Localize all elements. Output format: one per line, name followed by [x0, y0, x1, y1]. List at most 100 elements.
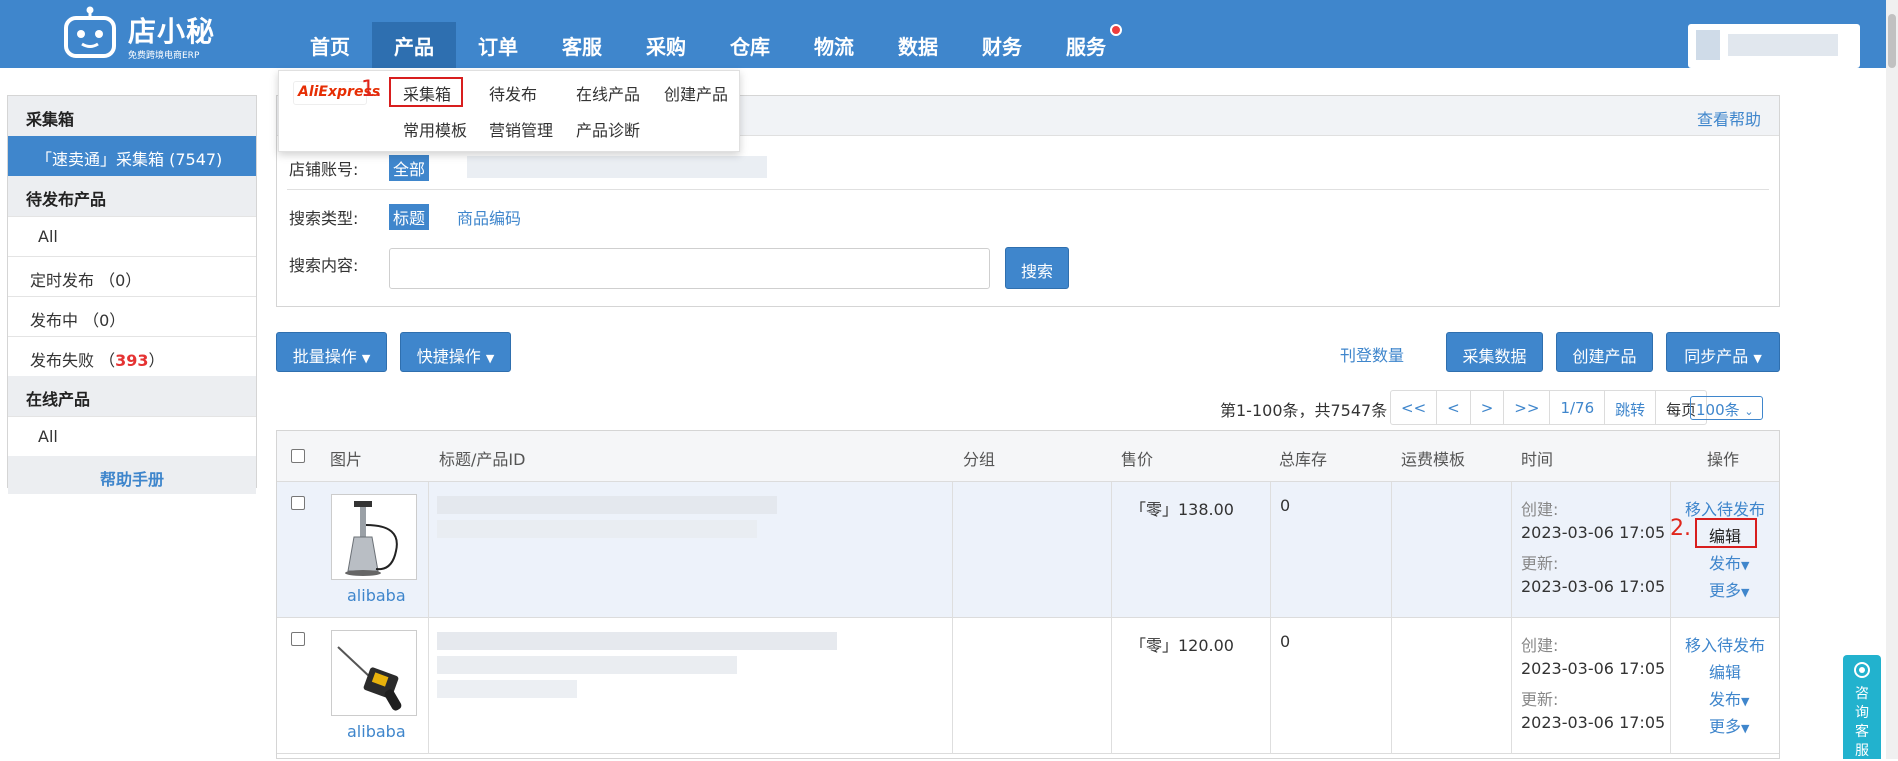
sync-products-button[interactable]: 同步产品 ▼ — [1666, 332, 1780, 372]
nav-finance[interactable]: 财务 — [960, 22, 1044, 68]
menu-item-marketing[interactable]: 营销管理 — [489, 117, 553, 141]
nav-purchasing[interactable]: 采购 — [624, 22, 708, 68]
batch-operations-button[interactable]: 批量操作 ▼ — [276, 332, 387, 372]
more-dropdown[interactable]: 更多▼ — [1709, 713, 1749, 737]
create-product-button[interactable]: 创建产品 — [1556, 332, 1653, 372]
sidebar-item-failed[interactable]: 发布失败 （393） — [8, 336, 256, 376]
nav-data[interactable]: 数据 — [876, 22, 960, 68]
products-dropdown-menu: AliExpress 1. 采集箱 待发布 在线产品 创建产品 常用模板 营销管… — [278, 70, 740, 152]
product-thumbnail[interactable] — [331, 630, 417, 716]
per-page-select[interactable]: 100条 ⌄ — [1690, 396, 1763, 420]
updated-label: 更新: — [1521, 554, 1559, 573]
edit-link[interactable]: 编辑 — [1709, 659, 1741, 683]
nav-services-label: 服务 — [1066, 35, 1106, 59]
nav-services[interactable]: 服务 — [1044, 22, 1128, 68]
menu-item-templates[interactable]: 常用模板 — [403, 117, 467, 141]
more-dropdown[interactable]: 更多▼ — [1709, 577, 1749, 601]
search-button[interactable]: 搜索 — [1005, 247, 1069, 289]
headset-icon — [1854, 662, 1870, 678]
col-divider — [1111, 482, 1112, 618]
search-type-sku[interactable]: 商品编码 — [457, 205, 521, 229]
search-input[interactable] — [389, 248, 990, 289]
sidebar-item-publishing[interactable]: 发布中 （0） — [8, 296, 256, 336]
page-prev[interactable]: < — [1437, 391, 1471, 424]
pagination-summary: 第1-100条，共7547条 — [1220, 401, 1388, 420]
select-all-checkbox[interactable] — [291, 449, 305, 463]
customer-service-chat-widget[interactable]: 咨询客服 — [1843, 655, 1881, 759]
col-divider — [1270, 482, 1271, 618]
scrollbar-thumb[interactable] — [1888, 14, 1896, 68]
nav-warehouse[interactable]: 仓库 — [708, 22, 792, 68]
blurred-store-list — [467, 156, 767, 178]
sidebar-item-pending-all[interactable]: All — [8, 216, 256, 256]
table-row: alibaba 「零」120.00 0 创建: 2023-03-06 17:05… — [277, 618, 1779, 754]
store-filter-all[interactable]: 全部 — [389, 155, 430, 181]
user-account-box[interactable] — [1688, 24, 1860, 68]
col-group: 分组 — [963, 450, 996, 469]
row-checkbox[interactable] — [291, 496, 305, 510]
blurred-username — [1728, 34, 1838, 56]
col-divider — [1391, 482, 1392, 618]
sidebar-help-manual[interactable]: 帮助手册 — [8, 456, 256, 494]
edit-link[interactable]: 编辑 — [1709, 523, 1741, 547]
move-to-pending-link[interactable]: 移入待发布 — [1685, 496, 1765, 520]
page-indicator[interactable]: 1/76 — [1550, 391, 1606, 424]
product-thumbnail[interactable] — [331, 494, 417, 580]
blurred-title — [437, 520, 757, 538]
row-stock: 0 — [1280, 632, 1291, 651]
nav-products[interactable]: 产品 — [372, 22, 456, 68]
row-checkbox[interactable] — [291, 632, 305, 646]
view-help-link[interactable]: 查看帮助 — [1697, 106, 1761, 130]
menu-item-pending[interactable]: 待发布 — [489, 81, 537, 105]
publish-dropdown[interactable]: 发布▼ — [1709, 686, 1749, 710]
menu-item-online-products[interactable]: 在线产品 — [576, 81, 640, 105]
nav-logistics[interactable]: 物流 — [792, 22, 876, 68]
failed-count: 393 — [115, 351, 149, 370]
more-label: 更多 — [1709, 717, 1742, 736]
blurred-title — [437, 496, 777, 514]
nav-home[interactable]: 首页 — [288, 22, 372, 68]
source-link[interactable]: alibaba — [347, 722, 406, 741]
blurred-title — [437, 632, 837, 650]
chat-widget-label: 咨询客服 — [1855, 686, 1869, 759]
search-type-title[interactable]: 标题 — [389, 204, 430, 230]
nav-orders[interactable]: 订单 — [456, 22, 540, 68]
menu-item-collection-box[interactable]: 采集箱 — [403, 81, 451, 105]
brand-logo[interactable]: 店小秘 免费跨境电商ERP — [62, 4, 232, 61]
page-first[interactable]: << — [1391, 391, 1438, 424]
col-divider — [1511, 618, 1512, 754]
publish-dropdown[interactable]: 发布▼ — [1709, 550, 1749, 574]
source-link[interactable]: alibaba — [347, 586, 406, 605]
page-next[interactable]: > — [1471, 391, 1505, 424]
col-price: 售价 — [1121, 450, 1154, 469]
col-title: 标题/产品ID — [439, 450, 526, 469]
sidebar-item-aliexpress-collection[interactable]: 「速卖通」采集箱 (7547) — [8, 136, 256, 176]
caret-down-icon: ▼ — [1741, 586, 1750, 599]
robot-logo-icon — [64, 6, 116, 58]
col-actions: 操作 — [1707, 450, 1740, 469]
page-last[interactable]: >> — [1504, 391, 1551, 424]
updated-time: 2023-03-06 17:05 — [1521, 577, 1666, 596]
move-to-pending-link[interactable]: 移入待发布 — [1685, 632, 1765, 656]
menu-item-create-product[interactable]: 创建产品 — [664, 81, 728, 105]
collect-data-button[interactable]: 采集数据 — [1446, 332, 1543, 372]
col-divider — [952, 482, 953, 618]
menu-item-diagnostics[interactable]: 产品诊断 — [576, 117, 640, 141]
search-content-label: 搜索内容: — [289, 256, 359, 275]
caret-down-icon: ▼ — [485, 352, 495, 365]
nav-customer-service[interactable]: 客服 — [540, 22, 624, 68]
pagination: << < > >> 1/76 跳转 每页 — [1390, 390, 1708, 425]
sidebar-item-scheduled[interactable]: 定时发布 （0） — [8, 256, 256, 296]
top-navbar: 店小秘 免费跨境电商ERP 首页 产品 订单 客服 采购 仓库 物流 数据 财务… — [0, 0, 1898, 68]
quick-operations-button[interactable]: 快捷操作 ▼ — [400, 332, 511, 372]
page-jump[interactable]: 跳转 — [1605, 391, 1657, 424]
page-scrollbar[interactable] — [1886, 0, 1898, 759]
failed-close: ） — [148, 351, 165, 370]
col-divider — [1391, 618, 1392, 754]
sidebar-item-online-all[interactable]: All — [8, 416, 256, 456]
more-label: 更多 — [1709, 581, 1742, 600]
listing-count-link[interactable]: 刊登数量 — [1340, 342, 1404, 366]
created-time: 2023-03-06 17:05 — [1521, 523, 1666, 542]
caret-down-icon: ▼ — [1741, 559, 1750, 572]
brand-tagline: 免费跨境电商ERP — [128, 51, 200, 61]
